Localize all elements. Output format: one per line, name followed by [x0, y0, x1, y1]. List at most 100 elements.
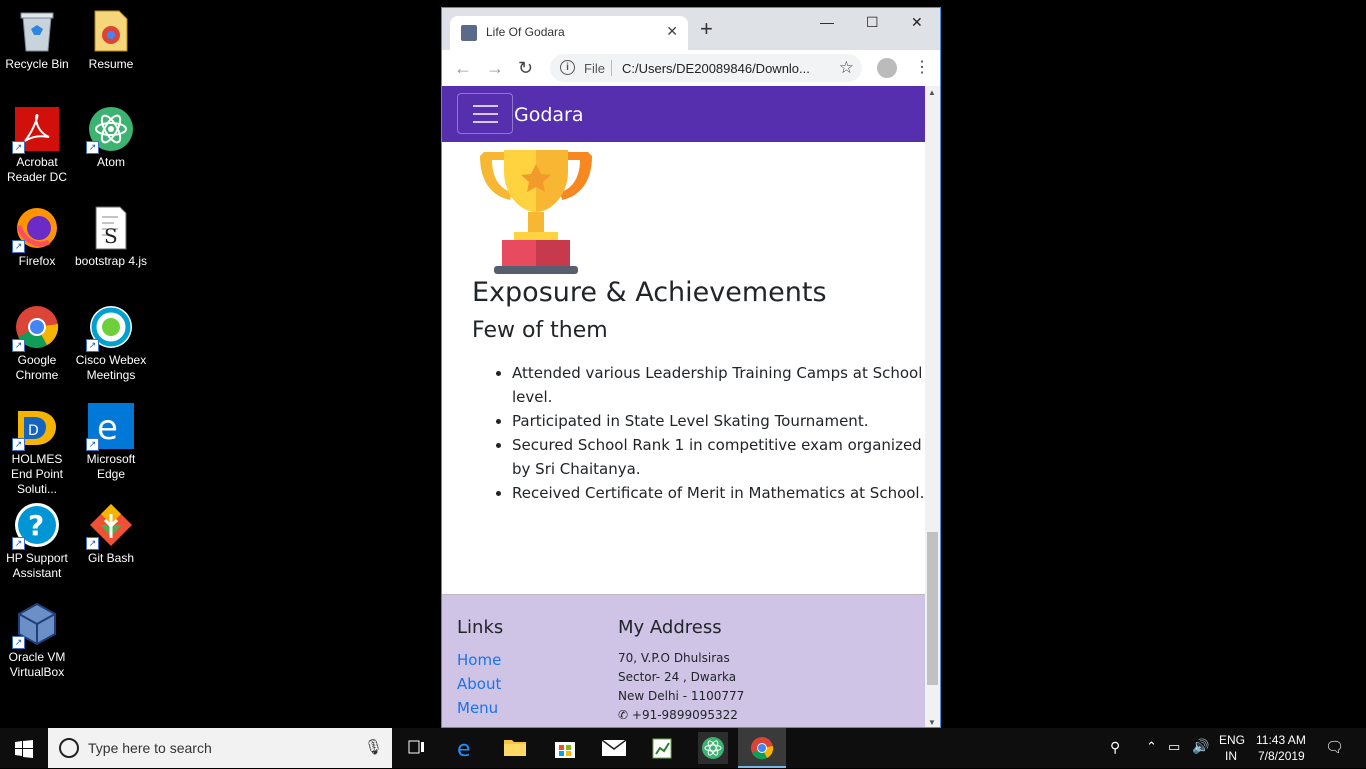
reload-icon[interactable]: ↻	[518, 58, 533, 79]
network-icon[interactable]: ▭	[1168, 739, 1180, 755]
site-navbar: Godara	[442, 86, 925, 142]
notepad-chart-icon[interactable]	[650, 736, 676, 760]
desktop-icon-label: Google Chrome	[15, 353, 59, 382]
firefox-icon: ↗	[12, 205, 60, 253]
phone-icon: ✆	[618, 708, 629, 722]
action-center-icon[interactable]: 🗨	[1325, 738, 1344, 756]
volume-icon[interactable]: 🔊	[1192, 738, 1209, 755]
document-icon	[88, 8, 134, 54]
list-item: Secured School Rank 1 in competitive exa…	[512, 433, 925, 481]
region-indicator[interactable]: IN	[1225, 749, 1237, 763]
page-scrollbar[interactable]: ▲ ▼	[925, 86, 940, 727]
edge-icon: e ↗	[86, 403, 134, 451]
bookmark-star-icon[interactable]: ☆	[839, 58, 854, 78]
desktop-icon-chrome[interactable]: ↗ Google Chrome	[0, 304, 74, 383]
scheme-label: File	[584, 61, 605, 76]
store-icon[interactable]	[553, 736, 579, 760]
mail-icon[interactable]	[601, 736, 627, 760]
forward-icon[interactable]: →	[486, 58, 504, 79]
info-icon[interactable]: i	[560, 60, 575, 75]
clock-date[interactable]: 7/8/2019	[1258, 749, 1305, 763]
address-bar[interactable]: i File C:/Users/DE20089846/Downlo... ☆	[550, 54, 862, 82]
url-text[interactable]: C:/Users/DE20089846/Downlo...	[622, 61, 810, 76]
scrollbar-thumb[interactable]	[927, 532, 938, 685]
address-heading: My Address	[618, 617, 722, 638]
footer-link-home[interactable]: Home	[457, 651, 501, 669]
scroll-up-icon[interactable]: ▲	[928, 88, 936, 97]
people-icon[interactable]: ⚲	[1110, 739, 1120, 756]
address-line: 70, V.P.O Dhulsiras	[618, 651, 730, 665]
desktop-icon-virtualbox[interactable]: ↗ Oracle VM VirtualBox	[0, 601, 74, 680]
desktop-icon-label: Microsoft Edge	[86, 452, 136, 481]
desktop-icon-label: Recycle Bin	[5, 57, 69, 71]
git-icon: ↗	[86, 502, 134, 550]
scroll-down-icon[interactable]: ▼	[928, 718, 936, 727]
task-view-icon[interactable]	[405, 736, 431, 760]
svg-text:D: D	[28, 423, 39, 439]
footer-link-about[interactable]: About	[457, 675, 501, 693]
desktop-icon-edge[interactable]: e ↗ Microsoft Edge	[74, 403, 148, 482]
maximize-icon[interactable]: ☐	[866, 14, 879, 31]
title-bar: Life Of Godara ✕ + — ☐ ✕	[442, 8, 940, 50]
desktop-icon-bootstrap[interactable]: S bootstrap 4.js	[74, 205, 148, 269]
desktop-icon-resume[interactable]: Resume	[74, 8, 148, 72]
desktop-icon-atom[interactable]: ↗ Atom	[74, 106, 148, 170]
minimize-icon[interactable]: —	[820, 14, 834, 30]
new-tab-button[interactable]: +	[700, 18, 713, 40]
desktop-icon-label: bootstrap 4.js	[74, 254, 148, 268]
list-item: Attended various Leadership Training Cam…	[512, 361, 925, 409]
menu-kebab-icon[interactable]: ⋮	[914, 57, 930, 77]
footer-link-menu[interactable]: Menu	[457, 699, 498, 717]
taskbar: Type here to search 🎙 e ⚲ ⌃ ▭ 🔊 ENG IN 1…	[0, 728, 1366, 768]
links-heading: Links	[457, 617, 504, 638]
desktop-icon-holmes[interactable]: D ↗ HOLMES End Point Soluti...	[0, 403, 74, 497]
address-line: Sector- 24 , Dwarka	[618, 670, 737, 684]
cortana-icon	[59, 738, 79, 758]
browser-tab[interactable]: Life Of Godara ✕	[450, 16, 688, 50]
search-placeholder: Type here to search	[88, 740, 212, 756]
script-file-icon: S	[88, 205, 134, 251]
desktop-icon-webex[interactable]: ↗ Cisco Webex Meetings	[74, 304, 148, 383]
desktop-icon-label: Firefox	[18, 254, 56, 268]
desktop-icon-label: Cisco Webex Meetings	[75, 353, 147, 382]
phone-number: +91-9899095322	[631, 708, 738, 722]
taskbar-search-box[interactable]: Type here to search 🎙	[48, 728, 392, 768]
chevron-up-icon[interactable]: ⌃	[1146, 739, 1157, 755]
recycle-bin-icon	[14, 8, 60, 54]
holmes-icon: D ↗	[12, 403, 60, 451]
close-tab-icon[interactable]: ✕	[666, 23, 678, 40]
desktop-icon-label: HP Support Assistant	[6, 551, 68, 580]
desktop-icon-recycle-bin[interactable]: Recycle Bin	[0, 8, 74, 72]
atom-taskbar-icon[interactable]	[698, 732, 728, 764]
desktop-icon-acrobat[interactable]: ↗ Acrobat Reader DC	[0, 106, 74, 185]
desktop-icon-firefox[interactable]: ↗ Firefox	[0, 205, 74, 269]
desktop-icon-label: HOLMES End Point Soluti...	[10, 452, 64, 496]
desktop-icon-git-bash[interactable]: ↗ Git Bash	[74, 502, 148, 566]
windows-start-icon[interactable]	[15, 740, 33, 758]
section-subheading: Few of them	[472, 318, 608, 343]
toolbar: ← → ↻ i File C:/Users/DE20089846/Downlo.…	[442, 50, 940, 87]
back-icon[interactable]: ←	[454, 58, 472, 79]
edge-taskbar-icon[interactable]: e	[455, 736, 481, 762]
achievements-list: Attended various Leadership Training Cam…	[472, 361, 925, 505]
microphone-icon[interactable]: 🎙	[364, 738, 383, 756]
chrome-icon: ↗	[12, 304, 60, 352]
file-explorer-icon[interactable]	[503, 736, 529, 760]
desktop-icon-hp-support[interactable]: ? ↗ HP Support Assistant	[0, 502, 74, 581]
desktop-icon-label: Git Bash	[87, 551, 135, 565]
divider	[611, 60, 612, 76]
address-line: New Delhi - 1100777	[618, 689, 745, 703]
clock-time[interactable]: 11:43 AM	[1256, 733, 1306, 747]
atom-icon: ↗	[86, 106, 134, 154]
close-window-icon[interactable]: ✕	[911, 14, 923, 31]
language-indicator[interactable]: ENG	[1219, 733, 1245, 747]
svg-text:e: e	[97, 408, 118, 448]
chrome-taskbar-icon[interactable]	[738, 728, 786, 768]
svg-text:?: ?	[28, 509, 44, 542]
navbar-toggler-button[interactable]	[457, 93, 513, 134]
help-icon: ? ↗	[12, 502, 60, 550]
profile-avatar-icon[interactable]	[877, 58, 897, 78]
desktop-icon-label: Acrobat Reader DC	[6, 155, 68, 184]
navbar-brand[interactable]: Godara	[514, 104, 584, 126]
svg-text:S: S	[104, 224, 118, 248]
